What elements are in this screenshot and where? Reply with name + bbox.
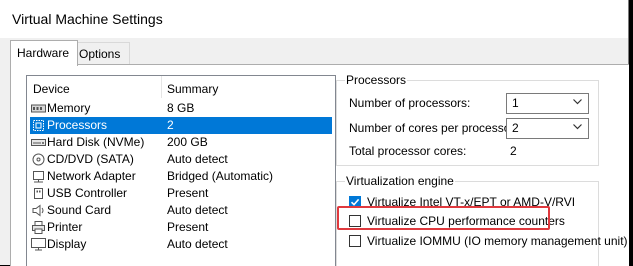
network-adapter-icon (33, 171, 44, 183)
column-divider[interactable] (161, 76, 162, 98)
printer-icon (32, 221, 45, 234)
device-row-usb-controller[interactable]: USB Controller Present (27, 185, 335, 202)
display-icon (31, 238, 46, 251)
device-row-printer[interactable]: Printer Present (27, 219, 335, 236)
virtualize-iommu-checkbox[interactable] (349, 235, 361, 247)
settings-window: Virtual Machine Settings Hardware Option… (0, 0, 629, 266)
device-row-memory[interactable]: Memory 8 GB (27, 100, 335, 117)
usb-controller-icon (34, 188, 43, 199)
cores-per-processor-value: 2 (512, 121, 519, 135)
sound-card-icon (32, 204, 44, 217)
device-row-network-adapter[interactable]: Network Adapter Bridged (Automatic) (27, 168, 335, 185)
device-name: Printer (47, 220, 83, 234)
num-processors-label: Number of processors: (349, 96, 471, 110)
device-name: Processors (47, 118, 108, 132)
device-summary: Auto detect (167, 237, 228, 251)
device-summary: Present (167, 186, 209, 200)
device-summary: Auto detect (167, 203, 228, 217)
cd-dvd-icon (32, 153, 45, 166)
processors-group: Processors Number of processors: 1 Numbe… (336, 73, 599, 166)
num-processors-value: 1 (512, 96, 519, 110)
device-row-processors[interactable]: Processors 2 (30, 117, 332, 134)
tab-hardware[interactable]: Hardware (10, 40, 78, 66)
tab-options[interactable]: Options (72, 42, 130, 65)
processors-group-title: Processors (345, 73, 408, 87)
device-name: Network Adapter (47, 169, 136, 183)
total-cores-label: Total processor cores: (349, 144, 467, 158)
device-summary: Present (167, 220, 209, 234)
chevron-down-icon (573, 99, 582, 105)
total-cores-value: 2 (510, 144, 517, 158)
device-summary: 2 (167, 118, 174, 132)
processor-icon (33, 120, 44, 131)
device-row-cd-dvd[interactable]: CD/DVD (SATA) Auto detect (27, 151, 335, 168)
device-row-display[interactable]: Display Auto detect (27, 236, 335, 253)
highlight-annotation (337, 206, 550, 230)
chevron-down-icon (573, 124, 582, 130)
num-processors-select[interactable]: 1 (506, 93, 589, 114)
device-row-sound-card[interactable]: Sound Card Auto detect (27, 202, 335, 219)
title-bar: Virtual Machine Settings (0, 0, 628, 38)
device-summary: 8 GB (167, 101, 195, 115)
window-title: Virtual Machine Settings (12, 11, 163, 27)
device-name: USB Controller (47, 186, 128, 200)
cores-per-processor-select[interactable]: 2 (506, 118, 589, 139)
device-name: CD/DVD (SATA) (47, 152, 134, 166)
column-header-device[interactable]: Device (33, 82, 70, 96)
column-header-summary[interactable]: Summary (167, 82, 218, 96)
memory-icon (31, 104, 46, 113)
device-row-hard-disk[interactable]: Hard Disk (NVMe) 200 GB (27, 134, 335, 151)
device-summary: 200 GB (167, 135, 208, 149)
cores-per-processor-label: Number of cores per processor: (349, 121, 518, 135)
virtualize-iommu-label: Virtualize IOMMU (IO memory management u… (367, 234, 628, 248)
device-list: Device Summary Memory 8 GB Processors 2 … (26, 75, 336, 266)
virtualization-engine-title: Virtualization engine (345, 174, 455, 188)
device-name: Sound Card (47, 203, 112, 217)
device-name: Memory (47, 101, 91, 115)
hard-disk-icon (31, 139, 46, 146)
device-name: Hard Disk (NVMe) (47, 135, 145, 149)
device-summary: Bridged (Automatic) (167, 169, 274, 183)
device-list-header: Device Summary (27, 76, 335, 98)
device-name: Display (47, 237, 87, 251)
device-summary: Auto detect (167, 152, 228, 166)
